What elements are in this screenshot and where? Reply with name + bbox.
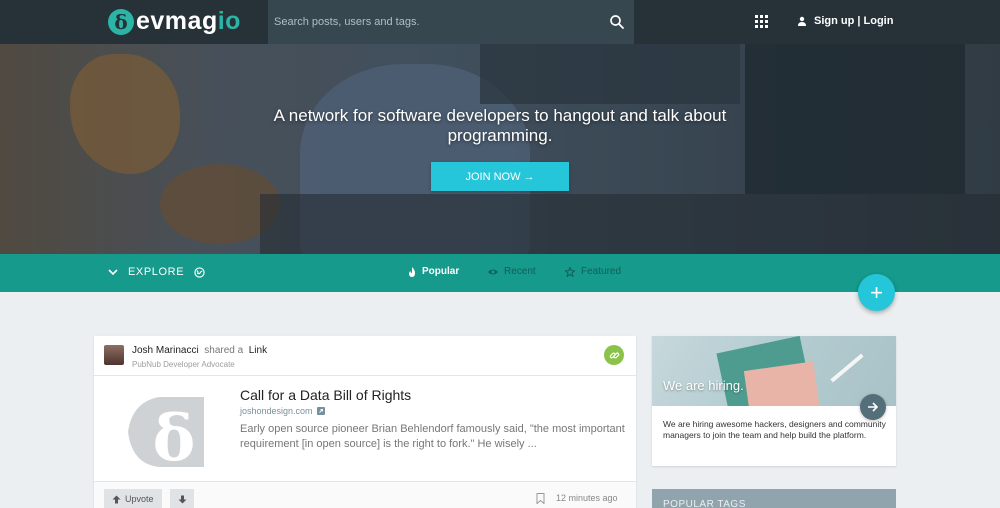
- flame-icon: [409, 266, 415, 277]
- hero-banner: A network for software developers to han…: [0, 44, 1000, 254]
- hero-headline: A network for software developers to han…: [273, 106, 727, 145]
- thumbnail-glyph: δ: [153, 401, 196, 472]
- popular-tags-title: POPULAR TAGS: [663, 499, 746, 508]
- search-icon[interactable]: [608, 13, 626, 31]
- post-type: Link: [248, 345, 268, 356]
- tab-recent-label: Recent: [504, 266, 536, 277]
- tab-featured-label: Featured: [581, 266, 622, 277]
- globe-icon: [194, 266, 205, 278]
- hiring-next-button[interactable]: [860, 394, 886, 420]
- arrow-up-icon: [112, 495, 121, 503]
- search-input[interactable]: [274, 0, 594, 44]
- hero-overlay: [0, 44, 1000, 254]
- tab-recent[interactable]: Recent: [488, 266, 536, 277]
- join-now-button[interactable]: JOIN NOW →: [431, 162, 569, 191]
- post-excerpt: Early open source pioneer Brian Behlendo…: [240, 423, 625, 450]
- post-card-footer: Upvote 12 minutes ago: [94, 481, 636, 508]
- logo-text-main: evmag: [136, 7, 218, 35]
- post-domain-label: joshondesign.com: [240, 406, 313, 416]
- avatar[interactable]: [104, 345, 124, 365]
- post-thumbnail[interactable]: δ: [114, 394, 216, 472]
- author-role: PubNub Developer Advocate: [132, 360, 235, 369]
- explore-menu[interactable]: EXPLORE: [108, 266, 205, 278]
- hiring-title: We are hiring.: [663, 378, 744, 393]
- post-domain-link[interactable]: joshondesign.com: [240, 406, 325, 416]
- upvote-label: Upvote: [125, 494, 154, 504]
- link-type-badge: [604, 345, 624, 365]
- tab-featured[interactable]: Featured: [565, 266, 621, 277]
- hiring-description: We are hiring awesome hackers, designers…: [663, 419, 886, 440]
- link-icon: [609, 352, 619, 358]
- post-action: shared a: [204, 345, 244, 356]
- signup-login-link[interactable]: Sign up | Login: [797, 15, 893, 27]
- signup-login-label: Sign up | Login: [814, 15, 894, 27]
- arrow-right-icon: [868, 402, 879, 412]
- explore-label: EXPLORE: [128, 266, 185, 278]
- post-card-header: Josh Marinacci shared a Link PubNub Deve…: [94, 336, 636, 376]
- popular-tags-panel: POPULAR TAGS: [652, 489, 896, 508]
- logo-wordmark: evmagio: [136, 7, 241, 36]
- downvote-button[interactable]: [170, 489, 194, 508]
- tab-popular[interactable]: Popular: [408, 266, 459, 277]
- logo-text-tail: io: [217, 7, 241, 35]
- hiring-card[interactable]: We are hiring. We are hiring awesome hac…: [652, 336, 896, 466]
- external-link-icon: [316, 407, 325, 415]
- post-title[interactable]: Call for a Data Bill of Rights: [240, 387, 411, 403]
- tab-popular-label: Popular: [422, 266, 460, 277]
- author-name[interactable]: Josh Marinacci: [132, 345, 199, 356]
- devmagio-logo[interactable]: δ evmagio: [108, 7, 241, 36]
- explore-bar: EXPLORE Popular Recent Featured: [0, 254, 1000, 292]
- arrow-down-icon: [178, 495, 186, 503]
- eye-icon: [488, 269, 498, 274]
- add-post-fab[interactable]: +: [858, 274, 895, 311]
- top-navbar: δ evmagio Sign up | Login: [0, 0, 1000, 44]
- post-author-line: Josh Marinacci shared a Link: [132, 345, 267, 356]
- post-timestamp: 12 minutes ago: [556, 493, 618, 503]
- bookmark-icon[interactable]: [536, 493, 545, 504]
- hiring-image-pen: [830, 353, 864, 383]
- hiring-image: We are hiring.: [652, 336, 896, 406]
- post-card: Josh Marinacci shared a Link PubNub Deve…: [94, 336, 636, 508]
- apps-grid-icon[interactable]: [755, 15, 768, 28]
- upvote-button[interactable]: Upvote: [104, 489, 162, 508]
- user-icon: [798, 16, 806, 26]
- chevron-down-icon: [108, 269, 118, 276]
- search-box: [268, 0, 634, 44]
- star-icon: [565, 266, 575, 277]
- logo-mark: δ: [108, 8, 134, 35]
